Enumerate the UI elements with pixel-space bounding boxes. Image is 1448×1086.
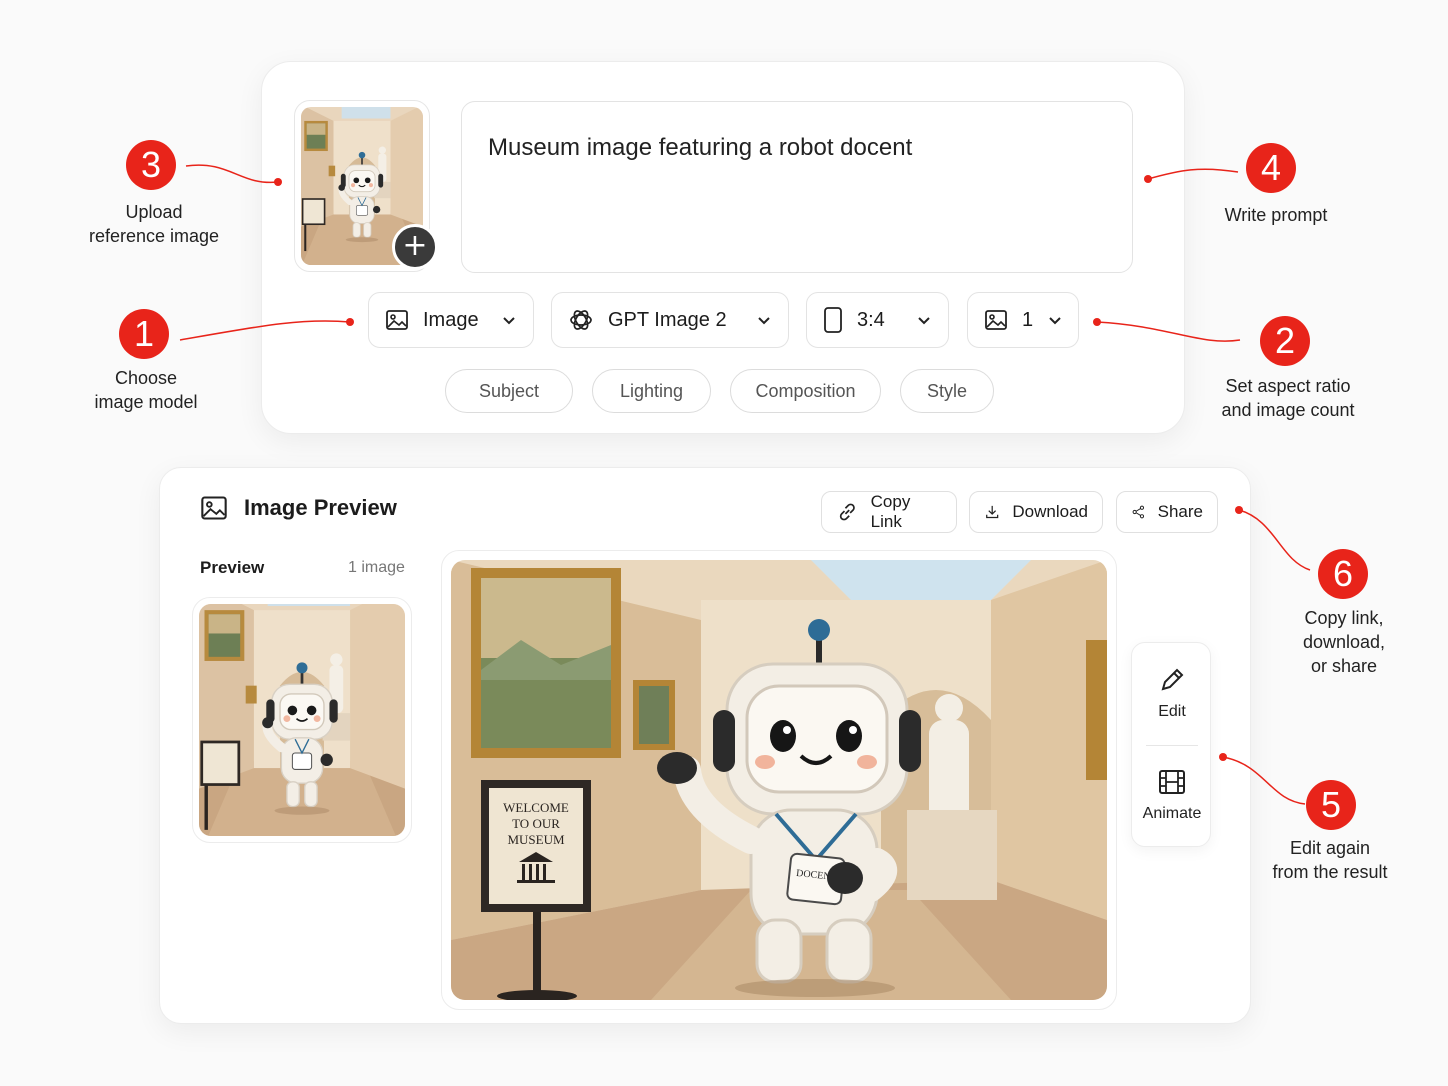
annotation-connectors <box>179 164 1311 805</box>
annotation-4-text: Write prompt <box>1224 205 1328 225</box>
annotation-5-badge: 5 <box>1306 780 1356 830</box>
annotation-3-text: Upload reference image <box>88 202 220 246</box>
annotation-6-badge: 6 <box>1318 549 1368 599</box>
annotation-1-text: Choose image model <box>94 368 198 412</box>
annotation-6-text: Copy link, download, or share <box>1302 608 1386 676</box>
annotation-5-text: Edit again from the result <box>1272 838 1388 882</box>
annotation-1-badge: 1 <box>119 309 169 359</box>
annotation-2-badge: 2 <box>1260 316 1310 366</box>
annotation-4-badge: 4 <box>1246 143 1296 193</box>
annotation-3-badge: 3 <box>126 140 176 190</box>
annotation-2-text: Set aspect ratio and image count <box>1221 376 1355 420</box>
